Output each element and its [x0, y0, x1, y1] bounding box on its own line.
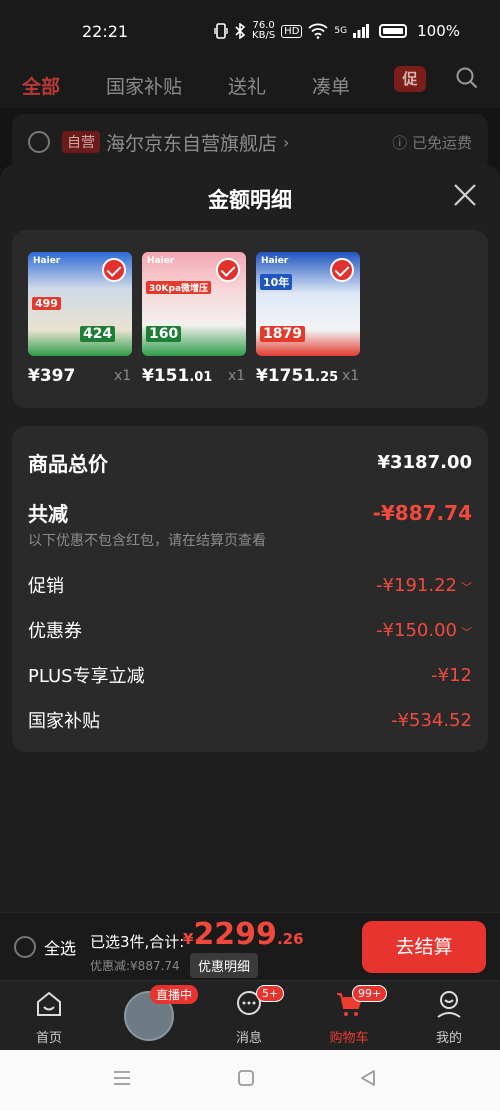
selected-summary: 已选3件,合计:	[90, 933, 185, 951]
store-row[interactable]: 自营 海尔京东自营旗舰店 › ⓘ 已免运费	[12, 114, 488, 170]
summary-card: 商品总价 ¥3187.00 共减 -¥887.74 以下优惠不包含红包，请在结算…	[12, 426, 488, 752]
store-name[interactable]: 海尔京东自营旗舰店	[106, 129, 277, 156]
sheet-title: 金额明细	[208, 188, 292, 212]
discount-note: 以下优惠不包含红包，请在结算页查看	[28, 533, 266, 549]
status-time: 22:21	[82, 21, 129, 41]
back-icon[interactable]	[358, 1068, 378, 1088]
hd-icon: HD	[281, 24, 303, 38]
total-price-row: 商品总价 ¥3187.00	[28, 448, 472, 477]
product-qty: x1	[228, 368, 246, 384]
tab-gift[interactable]: 送礼	[228, 72, 266, 99]
cart-badge: 99+	[352, 985, 388, 1002]
plus-label: PLUS专享立减	[28, 666, 145, 687]
store-select-radio[interactable]	[28, 131, 50, 153]
free-shipping-label: ⓘ 已免运费	[392, 133, 472, 152]
total-reduce-label: 共减	[28, 502, 68, 526]
thumb-price-tag-2: 1879	[260, 326, 305, 342]
nav-messages-label: 消息	[235, 1031, 262, 1046]
thumb-price-tag-2: 160	[146, 326, 182, 342]
brand-label: Haier	[147, 256, 175, 266]
thumb-price-tag: 499	[32, 297, 61, 310]
cart-tabs: 全部 国家补贴 送礼 凑单 促	[0, 62, 500, 108]
product-thumbnail[interactable]: Haier 499 424	[28, 252, 132, 356]
product-item[interactable]: Haier 30Kpa微增压 160 ¥151.01 x1	[142, 252, 246, 386]
select-all-label: 全选	[44, 939, 77, 958]
thumb-price-tag: 10年	[260, 274, 293, 290]
promo-row[interactable]: 促销 -¥191.22 ﹀	[28, 572, 472, 598]
nav-home[interactable]: 首页	[14, 989, 84, 1046]
status-icons: 76.0 KB/S HD 5G 100%	[214, 21, 460, 41]
battery-icon	[379, 24, 408, 38]
message-badge: 5+	[256, 985, 285, 1002]
thumb-price-tag: 30Kpa微增压	[146, 281, 212, 294]
signal-label: 5G	[334, 26, 348, 36]
subsidy-value: -¥534.52	[391, 709, 472, 731]
status-bar: 22:21 76.0 KB/S HD 5G 100%	[0, 0, 500, 62]
menu-icon[interactable]	[112, 1068, 132, 1088]
chevron-down-icon: ﹀	[461, 580, 472, 594]
thumb-price-tag-2: 424	[80, 326, 116, 342]
total-amount: ¥2299.26	[183, 917, 304, 952]
nav-me-label: 我的	[435, 1031, 462, 1046]
check-icon	[330, 258, 354, 282]
product-thumbnail[interactable]: Haier 10年 1879	[256, 252, 360, 356]
tab-all[interactable]: 全部	[22, 72, 60, 99]
nav-home-label: 首页	[35, 1031, 62, 1046]
checkout-button[interactable]: 去结算	[362, 921, 486, 973]
checkout-bar: 全选 已选3件,合计: ¥2299.26 优惠减:¥887.74 优惠明细 去结…	[0, 912, 500, 980]
product-item[interactable]: Haier 499 424 ¥397 x1	[28, 252, 132, 386]
check-icon	[102, 258, 126, 282]
live-badge: 直播中	[150, 985, 199, 1004]
wifi-icon	[308, 23, 329, 39]
discount-summary: 优惠减:¥887.74	[90, 959, 180, 973]
product-qty: x1	[114, 368, 132, 384]
total-reduce-row: 共减 -¥887.74	[28, 498, 472, 527]
select-all-radio[interactable]	[14, 936, 36, 958]
total-price-value: ¥3187.00	[377, 452, 472, 473]
system-nav-bar	[0, 1050, 500, 1111]
tab-promo[interactable]: 促	[394, 66, 426, 92]
bluetooth-icon	[235, 23, 246, 39]
tab-subsidy[interactable]: 国家补贴	[106, 72, 182, 99]
home-icon	[37, 991, 61, 1016]
product-thumbnail[interactable]: Haier 30Kpa微增压 160	[142, 252, 246, 356]
promo-label: 促销	[28, 576, 64, 597]
self-operated-badge: 自营	[62, 131, 100, 153]
signal-icon	[353, 24, 370, 38]
select-all-toggle[interactable]: 全选	[14, 935, 76, 959]
net-speed: 76.0 KB/S	[252, 20, 276, 41]
discount-detail-button[interactable]: 优惠明细	[190, 953, 259, 978]
tab-bundle[interactable]: 凑单	[312, 72, 350, 99]
coupon-row[interactable]: 优惠券 -¥150.00 ﹀	[28, 617, 472, 643]
coupon-label: 优惠券	[28, 621, 82, 642]
plus-value: -¥12	[431, 664, 472, 686]
products-card: Haier 499 424 ¥397 x1 Haier 30Kpa微增压 160…	[12, 230, 488, 408]
nav-cart-label: 购物车	[329, 1031, 369, 1046]
check-icon	[216, 258, 240, 282]
close-icon[interactable]	[452, 182, 478, 208]
bottom-nav: 首页 直播中 消息 5+ 购物车 99+ 我的	[0, 980, 500, 1050]
promo-value[interactable]: -¥191.22 ﹀	[376, 575, 472, 596]
home-square-icon[interactable]	[236, 1068, 256, 1088]
product-item[interactable]: Haier 10年 1879 ¥1751.25 x1	[256, 252, 360, 386]
total-price-label: 商品总价	[28, 452, 108, 476]
subsidy-label: 国家补贴	[28, 711, 100, 732]
battery-level: 100%	[417, 22, 460, 40]
coupon-value[interactable]: -¥150.00 ﹀	[376, 620, 472, 641]
chevron-right-icon: ›	[283, 132, 290, 152]
product-qty: x1	[342, 368, 360, 384]
profile-icon	[437, 991, 461, 1018]
chevron-down-icon: ﹀	[461, 625, 472, 639]
nav-me[interactable]: 我的	[414, 989, 484, 1046]
subsidy-row: 国家补贴 -¥534.52	[28, 707, 472, 733]
plus-row: PLUS专享立减 -¥12	[28, 662, 472, 688]
total-reduce-value: -¥887.74	[372, 500, 472, 525]
amount-detail-sheet: 金额明细 Haier 499 424 ¥397 x1 Haier 30Kpa微增…	[0, 164, 500, 912]
brand-label: Haier	[33, 256, 61, 266]
search-icon[interactable]	[455, 66, 479, 90]
brand-label: Haier	[261, 256, 289, 266]
vibrate-icon	[214, 23, 228, 39]
